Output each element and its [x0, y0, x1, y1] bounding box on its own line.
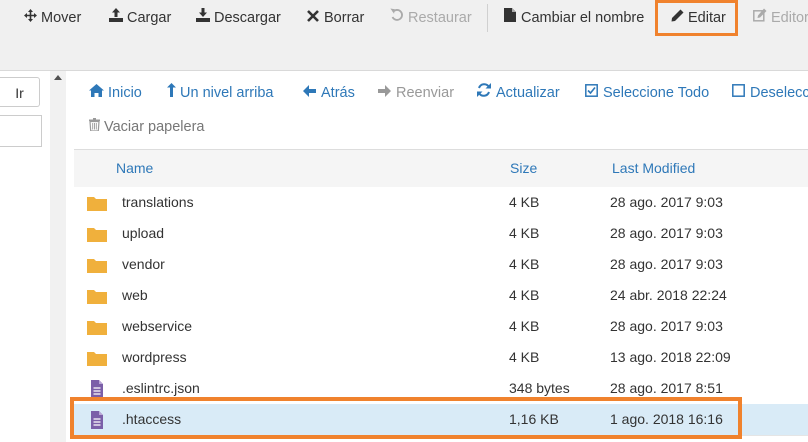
upload-button[interactable]: Cargar [108, 6, 171, 30]
file-name: translations [122, 194, 194, 210]
file-name: webservice [122, 318, 193, 334]
file-name: web [122, 287, 148, 303]
folder-icon [86, 318, 108, 336]
folder-icon [86, 256, 108, 274]
file-name: vendor [122, 256, 165, 272]
table-row[interactable]: web 4 KB 24 abr. 2018 22:24 [74, 280, 808, 312]
home-icon [88, 82, 104, 104]
file-size: 4 KB [509, 256, 540, 272]
checkbox-empty-icon [730, 82, 746, 104]
folder-icon [86, 194, 108, 212]
file-size: 4 KB [509, 225, 540, 241]
folder-icon [86, 287, 108, 305]
refresh-label: Actualizar [496, 85, 560, 101]
select-all-label: Seleccione Todo [603, 85, 710, 101]
move-button[interactable]: Mover [22, 6, 81, 30]
home-button[interactable]: Inicio [88, 82, 142, 104]
back-label: Atrás [321, 85, 355, 101]
download-icon [195, 6, 211, 30]
directory-tree-box[interactable] [0, 115, 42, 147]
forward-label: Reenviar [396, 85, 455, 101]
edit-highlight-box [655, 0, 738, 36]
up-one-level-label: Un nivel arriba [180, 85, 274, 101]
selected-file-highlight-box [70, 397, 742, 439]
left-tree-pane: Ir [0, 71, 48, 442]
up-one-level-button[interactable]: Un nivel arriba [166, 82, 274, 104]
empty-trash-label: Vaciar papelera [104, 119, 205, 135]
table-row[interactable]: vendor 4 KB 28 ago. 2017 9:03 [74, 249, 808, 281]
table-header: Name Size Last Modified [74, 149, 808, 188]
table-row[interactable]: wordpress 4 KB 13 ago. 2018 22:09 [74, 342, 808, 374]
rename-button[interactable]: Cambiar el nombre [502, 6, 644, 30]
table-row[interactable]: upload 4 KB 28 ago. 2017 9:03 [74, 218, 808, 250]
file-list-pane: Inicio Un nivel arriba Atrás Reenviar Ac… [66, 71, 808, 442]
download-button[interactable]: Descargar [195, 6, 281, 30]
navigation-bar: Inicio Un nivel arriba Atrás Reenviar Ac… [66, 71, 808, 149]
delete-label: Borrar [324, 10, 365, 26]
arrow-left-icon [301, 82, 317, 104]
file-icon [502, 6, 518, 30]
file-size: 4 KB [509, 349, 540, 365]
move-arrows-icon [22, 6, 38, 30]
file-modified: 28 ago. 2017 9:03 [610, 318, 723, 334]
file-modified: 28 ago. 2017 9:03 [610, 225, 723, 241]
deselect-all-label: Deselecci [750, 85, 808, 101]
go-button[interactable]: Ir [0, 77, 40, 107]
refresh-icon [476, 82, 492, 104]
column-header-last-modified[interactable]: Last Modified [612, 160, 695, 176]
upload-icon [108, 6, 124, 30]
file-size: 4 KB [509, 318, 540, 334]
file-modified: 13 ago. 2018 22:09 [610, 349, 731, 365]
delete-button[interactable]: Borrar [305, 6, 364, 30]
column-header-name[interactable]: Name [116, 160, 153, 176]
file-size: 4 KB [509, 287, 540, 303]
download-label: Descargar [214, 10, 281, 26]
file-name: wordpress [122, 349, 187, 365]
file-modified: 28 ago. 2017 9:03 [610, 256, 723, 272]
restore-label: Restaurar [408, 10, 472, 26]
home-label: Inicio [108, 85, 142, 101]
edit-square-icon [752, 6, 768, 30]
file-manager-toolbar: Mover Cargar Descargar Borrar Restaurar … [0, 0, 808, 71]
checkbox-checked-icon [583, 82, 599, 104]
code-editor-label: Editor [771, 10, 808, 26]
rename-label: Cambiar el nombre [521, 10, 645, 26]
table-row[interactable]: translations 4 KB 28 ago. 2017 9:03 [74, 187, 808, 219]
file-name: upload [122, 225, 165, 241]
text-file-icon [86, 380, 108, 398]
back-button[interactable]: Atrás [301, 82, 355, 104]
file-modified: 28 ago. 2017 9:03 [610, 194, 723, 210]
trash-icon [88, 116, 100, 138]
column-header-size[interactable]: Size [510, 160, 537, 176]
file-size: 4 KB [509, 194, 540, 210]
file-modified: 28 ago. 2017 8:51 [610, 380, 723, 396]
code-editor-button[interactable]: Editor [752, 6, 808, 30]
toolbar-divider [487, 4, 488, 32]
folder-icon [86, 349, 108, 367]
folder-icon [86, 225, 108, 243]
file-size: 348 bytes [509, 380, 570, 396]
refresh-button[interactable]: Actualizar [476, 82, 560, 104]
restore-button[interactable]: Restaurar [389, 6, 472, 30]
left-pane-scrollbar[interactable] [50, 71, 66, 442]
arrow-right-icon [376, 82, 392, 104]
level-up-icon [166, 82, 176, 104]
scroll-up-arrow-icon[interactable] [54, 75, 62, 80]
file-name: .eslintrc.json [122, 380, 200, 396]
table-row[interactable]: webservice 4 KB 28 ago. 2017 9:03 [74, 311, 808, 343]
forward-button[interactable]: Reenviar [376, 82, 454, 104]
close-x-icon [305, 6, 321, 30]
file-modified: 24 abr. 2018 22:24 [610, 287, 727, 303]
move-label: Mover [41, 10, 82, 26]
deselect-all-button[interactable]: Deselecci [730, 82, 808, 104]
undo-icon [389, 6, 405, 30]
upload-label: Cargar [127, 10, 172, 26]
select-all-button[interactable]: Seleccione Todo [583, 82, 709, 104]
empty-trash-button[interactable]: Vaciar papelera [88, 116, 205, 138]
